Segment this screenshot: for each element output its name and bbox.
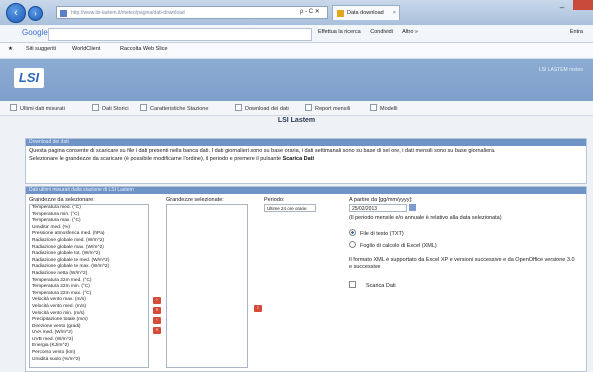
google-toolbar-items: Effettua la ricerca Condividi Altro » <box>318 29 426 35</box>
available-list-item[interactable]: Radiazione netta (W/m^2) <box>30 271 148 278</box>
selected-list[interactable] <box>166 204 248 368</box>
menu-item-latest[interactable]: Ultimi dati misurati <box>10 104 65 112</box>
start-date-input[interactable]: 25/02/2013 <box>349 204 407 212</box>
move-all-left-button[interactable]: « <box>153 327 161 334</box>
fav-item-worldclient[interactable]: WorldClient <box>72 46 100 52</box>
selected-label: Grandezze selezionate: <box>166 197 224 203</box>
fav-item-suggested[interactable]: Siti suggeriti <box>26 46 56 52</box>
download-info-text: Questa pagina consente di scaricare su f… <box>26 146 586 165</box>
move-all-right-button[interactable]: » <box>153 307 161 314</box>
available-list-item[interactable]: Radiazione globale te max. (W/m^2) <box>30 264 148 271</box>
selection-header: Dati ultimi misurati dalla stazione di L… <box>26 187 586 194</box>
download-row: Scarica Dati <box>349 281 579 289</box>
favorites-bar: ★ Siti suggeriti WorldClient Raccolta We… <box>0 43 593 59</box>
available-list-item[interactable]: Radiazione globale med. (W/m^2) <box>30 238 148 245</box>
move-left-button[interactable]: ‹ <box>153 317 161 324</box>
format-xml-radio[interactable]: Foglio di calcolo di Excel (XML) <box>349 241 579 249</box>
fav-item-webslice[interactable]: Raccolta Web Slice <box>120 46 168 52</box>
address-bar[interactable]: http://www.lsi-lastem.it/meteo/pagina/da… <box>56 6 328 19</box>
download-checkbox[interactable] <box>349 281 356 288</box>
download-info-action: Scarica Dati <box>282 155 315 162</box>
forward-button[interactable]: › <box>28 6 43 21</box>
reorder-button[interactable]: ↕ <box>254 305 262 312</box>
google-signin-link[interactable]: Entra <box>570 29 583 35</box>
available-list-item[interactable]: Umidità suolo (%/m^2) <box>30 357 148 364</box>
close-tab-icon[interactable]: × <box>393 6 396 21</box>
page-favicon <box>60 10 67 17</box>
browser-titlebar: ‹ › http://www.lsi-lastem.it/meteo/pagin… <box>0 0 593 25</box>
move-right-button[interactable]: › <box>153 297 161 304</box>
selected-column: Grandezze selezionate: <box>166 197 248 368</box>
download-info-prefix: Selezionare le grandezze da scaricare (è… <box>29 155 282 162</box>
menu-item-download[interactable]: Download dei dati <box>235 104 289 112</box>
menu-item-reports[interactable]: Report mensili <box>305 104 350 112</box>
move-buttons: › » ‹ « <box>153 297 162 337</box>
period-column: Periodo: Ultime 24 ore orarie <box>264 197 334 212</box>
download-info-line2: Selezionare le grandezze da scaricare (è… <box>29 156 583 164</box>
page-title: LSI Lastem <box>277 117 316 124</box>
google-search-button[interactable]: Effettua la ricerca <box>318 29 361 35</box>
menu-item-history[interactable]: Dati Storici <box>92 104 129 112</box>
google-share-button[interactable]: Condividi <box>370 29 393 35</box>
menu-item-station[interactable]: Caratteristiche Stazione <box>140 104 208 112</box>
format-txt-radio[interactable]: File di testo (TXT) <box>349 229 579 237</box>
back-button[interactable]: ‹ <box>6 3 26 23</box>
available-list-item[interactable]: UVA med. (W/m^2) <box>30 330 148 337</box>
available-list-item[interactable]: Radiazione globale tot. (W/m^2) <box>30 251 148 258</box>
available-list-item[interactable]: Pressione atmosferica med. (hPa) <box>30 231 148 238</box>
google-more-button[interactable]: Altro » <box>402 29 418 35</box>
tab-title: Data download <box>347 10 384 16</box>
available-list-item[interactable]: Temperatura max. (°C) <box>30 218 148 225</box>
options-column: A partire da [gg/mm/yyyy]: 25/02/2013 (I… <box>349 197 579 289</box>
google-search-input[interactable] <box>48 28 312 41</box>
site-logo[interactable]: LSI <box>14 68 44 88</box>
available-list-item[interactable]: Temperatura 22m min. (°C) <box>30 284 148 291</box>
available-list-item[interactable]: Velocità vento max. (m/s) <box>30 297 148 304</box>
download-info-line1: Questa pagina consente di scaricare su f… <box>29 148 496 154</box>
calendar-icon[interactable] <box>409 204 416 211</box>
tab-favicon <box>337 10 344 17</box>
address-controls[interactable]: ρ - C ✕ <box>300 6 320 19</box>
menu-item-models[interactable]: Modelli <box>370 104 397 112</box>
available-list-item[interactable]: Percorso vento (km) <box>30 350 148 357</box>
favorites-star-icon[interactable]: ★ <box>8 46 13 52</box>
browser-tab[interactable]: Data download × <box>332 5 400 20</box>
address-url: http://www.lsi-lastem.it/meteo/pagina/da… <box>71 10 185 16</box>
selection-panel: Dati ultimi misurati dalla stazione di L… <box>25 186 587 372</box>
google-logo: Google <box>22 28 48 37</box>
site-banner: LSI LSI LASTEM meteo <box>0 59 593 101</box>
period-select[interactable]: Ultime 24 ore orarie <box>264 204 316 212</box>
format-note: Il formato XML è supportato da Excel XP … <box>349 257 575 270</box>
available-list[interactable]: Temperatura med. (°C) Temperatura min. (°… <box>29 204 149 368</box>
available-list-item[interactable]: Velocità vento med. (m/s) <box>30 304 148 311</box>
period-label: Periodo: <box>264 197 285 203</box>
available-list-item[interactable]: Precipitazione totale (mm) <box>30 317 148 324</box>
user-info[interactable]: LSI LASTEM meteo <box>539 67 583 73</box>
period-note: (Il periodo mensile e/o annuale è relati… <box>349 215 502 221</box>
available-label: Grandezze da selezionare: <box>29 197 95 203</box>
window-close-button[interactable] <box>573 0 593 10</box>
available-column: Grandezze da selezionare: Temperatura me… <box>29 197 157 368</box>
google-toolbar: Google Effettua la ricerca Condividi Alt… <box>0 25 593 43</box>
download-button[interactable]: Scarica Dati <box>366 283 396 289</box>
download-info-panel: Download dei dati Questa pagina consente… <box>25 138 587 184</box>
site-menu: Ultimi dati misurati Dati Storici Caratt… <box>0 101 593 116</box>
download-info-header: Download dei dati <box>26 139 586 146</box>
available-list-item[interactable]: Temperatura med. (°C) <box>30 205 148 212</box>
